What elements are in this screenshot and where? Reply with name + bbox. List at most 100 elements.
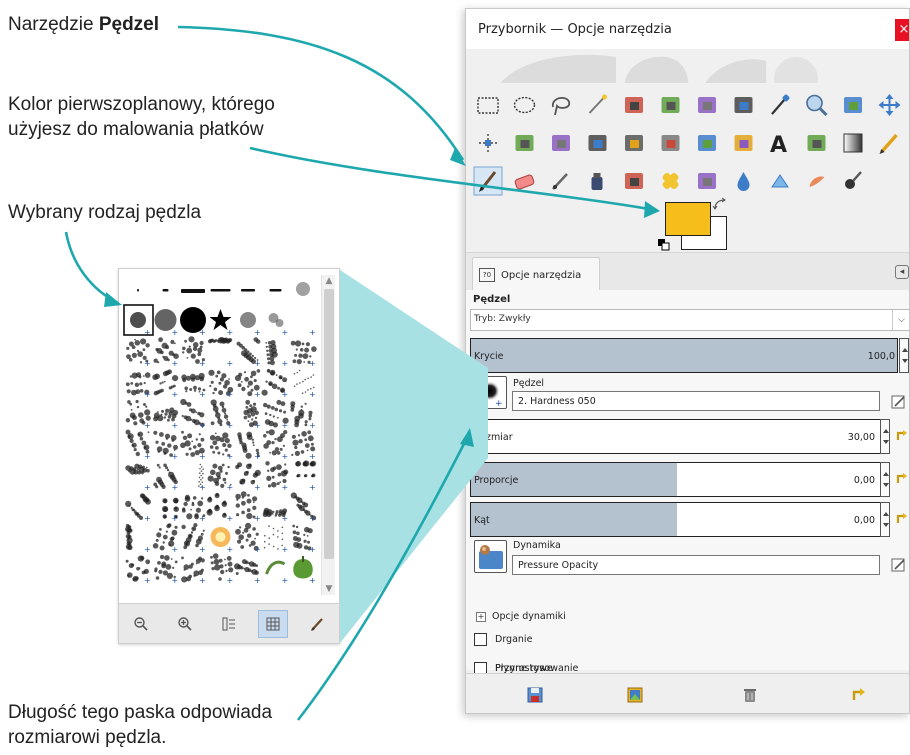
brush-thumbnail[interactable]: +: [261, 368, 289, 399]
brush-thumbnail[interactable]: +: [180, 398, 206, 430]
brush-thumbnail[interactable]: +: [263, 429, 288, 461]
brush-thumbnail[interactable]: [162, 289, 169, 292]
brush-thumbnail[interactable]: +: [180, 307, 206, 337]
brush-thumbnail[interactable]: +: [154, 309, 179, 337]
list-view-button[interactable]: [214, 610, 244, 638]
brush-thumbnail[interactable]: +: [152, 369, 178, 399]
brush-thumbnail[interactable]: +: [152, 523, 178, 554]
ink-icon[interactable]: [591, 173, 603, 190]
brush-thumbnail[interactable]: +: [181, 523, 206, 554]
rotate-icon[interactable]: [552, 135, 570, 151]
tab-menu-icon[interactable]: ◂: [895, 265, 909, 279]
brush-thumbnail[interactable]: +: [292, 524, 316, 554]
angle-slider[interactable]: Kąt 0,00: [470, 502, 884, 537]
reset-size-icon[interactable]: [894, 428, 910, 444]
brush-thumbnail[interactable]: +: [236, 337, 261, 368]
brush-thumbnail[interactable]: +: [198, 463, 206, 492]
size-slider[interactable]: Rozmiar 30,00: [470, 419, 884, 454]
angle-spinner[interactable]: [880, 502, 890, 537]
brush-thumbnail[interactable]: [269, 289, 282, 292]
blur-icon[interactable]: [737, 172, 750, 191]
opacity-slider[interactable]: Krycie 100,0: [470, 338, 898, 373]
brush-thumbnail[interactable]: +: [309, 328, 316, 337]
brush-thumbnail[interactable]: +: [265, 340, 288, 368]
pencil-icon[interactable]: [879, 133, 898, 154]
color-picker-icon[interactable]: [771, 94, 790, 115]
mode-select[interactable]: Tryb: Zwykły ⌵: [470, 309, 909, 331]
brush-thumbnail[interactable]: +: [295, 460, 317, 492]
brush-thumbnail[interactable]: +: [243, 399, 261, 430]
dodge-icon[interactable]: [771, 174, 789, 188]
brush-thumbnail[interactable]: +: [210, 553, 234, 585]
brush-thumbnail[interactable]: +: [290, 492, 317, 523]
brush-name-field[interactable]: 2. Hardness 050: [512, 391, 880, 411]
dynamics-options-expander[interactable]: + Opcje dynamiki: [476, 611, 566, 622]
brush-thumbnail[interactable]: [210, 289, 231, 292]
brush-thumbnail[interactable]: +: [234, 369, 261, 399]
default-colors-icon[interactable]: [658, 239, 672, 253]
measure-icon[interactable]: [844, 97, 862, 113]
aspect-slider[interactable]: Proporcje 0,00: [470, 462, 884, 497]
brush-thumbnail[interactable]: +: [265, 560, 289, 585]
brush-thumbnail[interactable]: +: [125, 399, 151, 430]
brush-preview-button[interactable]: +: [474, 376, 507, 409]
brush-thumbnail[interactable]: +: [235, 462, 261, 492]
bucket-fill-icon[interactable]: [807, 135, 826, 151]
brush-thumbnail[interactable]: +: [293, 556, 316, 585]
grid-view-button[interactable]: [258, 609, 288, 638]
ellipse-select-icon[interactable]: [513, 96, 536, 114]
scroll-up-icon[interactable]: ▲: [322, 275, 336, 287]
brush-thumbnail[interactable]: +: [181, 372, 206, 399]
color-area[interactable]: [658, 197, 738, 257]
titlebar[interactable]: Przybornik — Opcje narzędzia ×: [466, 9, 909, 49]
brush-thumbnail[interactable]: +: [153, 463, 178, 493]
brush-thumbnail[interactable]: [296, 282, 310, 296]
opacity-spinner[interactable]: [899, 338, 909, 373]
brush-thumbnail[interactable]: +: [209, 432, 233, 461]
brush-thumbnails[interactable]: + + + + + + + + + + + + + + + + + + + + + + + + + + + + + + + + + + + + + + + +…: [123, 273, 319, 598]
brush-thumbnail[interactable]: +: [180, 430, 206, 461]
brush-thumbnail[interactable]: +: [262, 507, 289, 523]
heal-icon[interactable]: [661, 172, 679, 190]
chevron-down-icon[interactable]: ⌵: [892, 310, 909, 330]
brush-thumbnail[interactable]: +: [209, 309, 234, 337]
brush-thumbnail[interactable]: +: [265, 461, 289, 492]
brush-thumbnail[interactable]: +: [125, 463, 151, 492]
reset-aspect-icon[interactable]: [894, 471, 910, 487]
brush-thumbnail[interactable]: +: [290, 401, 316, 430]
edit-dynamics-icon[interactable]: [891, 557, 907, 573]
brush-thumbnail[interactable]: +: [240, 312, 261, 337]
move-icon[interactable]: [878, 94, 901, 116]
mypaint-brush-icon[interactable]: [845, 171, 862, 189]
reset-options-icon[interactable]: [850, 686, 868, 704]
dynamics-button[interactable]: [474, 540, 507, 573]
aspect-spinner[interactable]: [880, 462, 890, 497]
brush-thumbnail[interactable]: +: [153, 337, 179, 368]
brush-thumbnail[interactable]: +: [125, 523, 151, 554]
brush-thumbnail[interactable]: +: [207, 463, 234, 492]
edit-brush-button[interactable]: [302, 610, 332, 638]
brush-thumbnail[interactable]: +: [268, 313, 289, 337]
brush-grid[interactable]: + + + + + + + + + + + + + + + + + + + + + + + + + + + + + + + + + + + + + + + +…: [123, 273, 319, 598]
brush-thumbnail[interactable]: +: [182, 336, 206, 368]
brush-thumbnail[interactable]: +: [207, 337, 233, 368]
brush-thumbnail[interactable]: [241, 289, 255, 292]
foreground-select-icon[interactable]: [698, 97, 716, 113]
delete-options-icon[interactable]: [741, 686, 759, 704]
zoom-icon[interactable]: [806, 94, 828, 117]
brush-thumbnail[interactable]: +: [293, 369, 316, 399]
scroll-thumb[interactable]: [324, 289, 334, 559]
brush-thumbnail[interactable]: +: [263, 525, 288, 554]
brush-thumbnail[interactable]: +: [263, 399, 289, 430]
brush-scrollbar[interactable]: ▲ ▼: [321, 275, 335, 595]
eraser-icon[interactable]: [514, 174, 535, 190]
free-select-icon[interactable]: [552, 96, 571, 116]
checkbox-jitter[interactable]: Drganie: [474, 633, 532, 646]
text-icon[interactable]: A: [770, 133, 787, 158]
brush-thumbnail[interactable]: +: [291, 430, 316, 461]
brush-thumbnail[interactable]: +: [153, 430, 178, 461]
brush-thumbnail[interactable]: +: [154, 554, 178, 585]
brush-thumbnail[interactable]: +: [162, 497, 179, 523]
rect-select-icon[interactable]: [477, 97, 499, 114]
checkbox-jitter-box[interactable]: [474, 633, 487, 646]
